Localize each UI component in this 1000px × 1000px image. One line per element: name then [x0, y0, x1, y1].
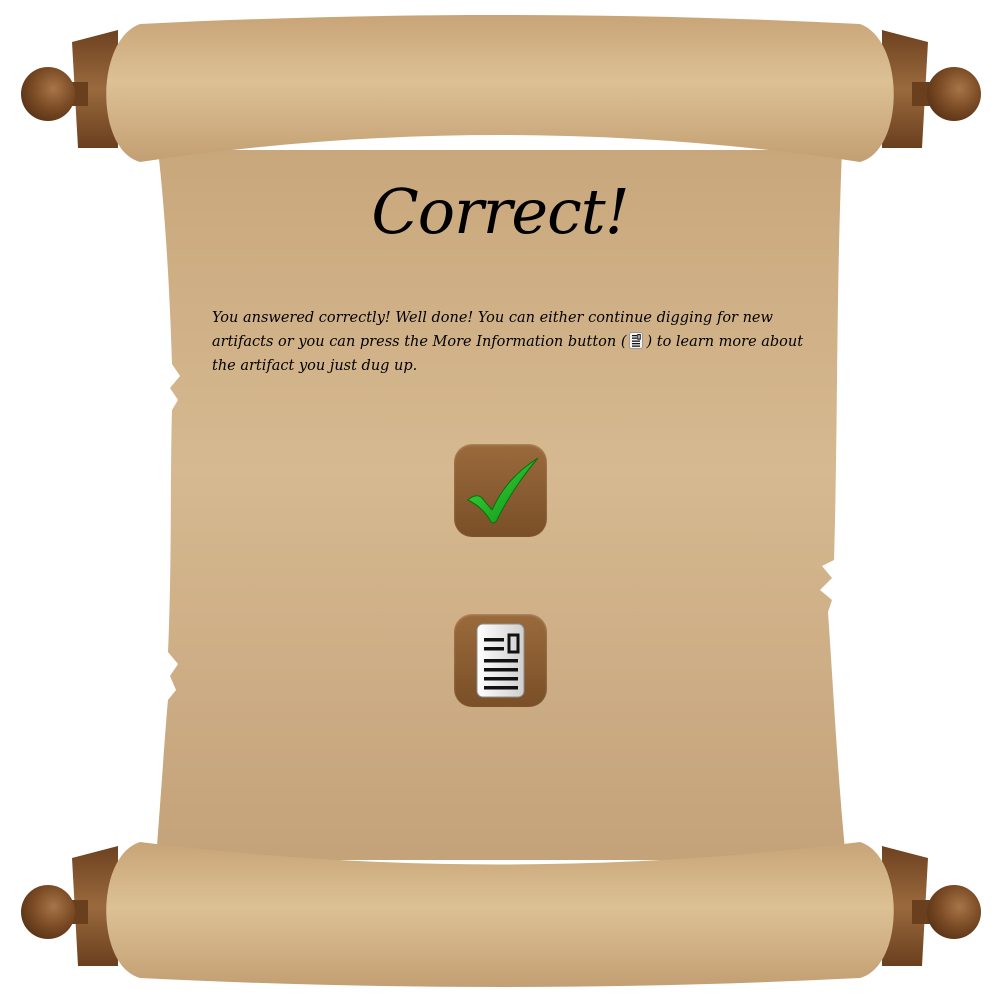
bottom-roller — [21, 842, 981, 987]
top-roller — [21, 15, 981, 162]
result-title: Correct! — [371, 175, 629, 248]
document-icon — [476, 623, 525, 698]
checkmark-icon — [467, 457, 539, 524]
continue-digging-button[interactable] — [454, 444, 547, 537]
result-message: You answered correctly! Well done! You c… — [212, 306, 812, 378]
more-information-button[interactable] — [454, 614, 547, 707]
document-icon — [629, 332, 644, 349]
